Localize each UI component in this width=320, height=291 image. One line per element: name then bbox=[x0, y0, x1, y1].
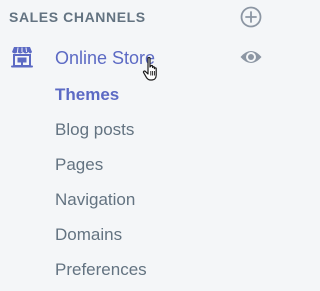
subnav-item-blog-posts[interactable]: Blog posts bbox=[0, 116, 271, 151]
eye-icon[interactable] bbox=[239, 46, 263, 68]
subnav-item-domains[interactable]: Domains bbox=[0, 221, 271, 256]
section-title: SALES CHANNELS bbox=[9, 9, 146, 25]
plus-circle-icon[interactable] bbox=[240, 6, 262, 28]
online-store-subnav: Themes Blog posts Pages Navigation Domai… bbox=[0, 81, 271, 291]
sidebar-item-online-store[interactable]: Online Store bbox=[0, 40, 271, 76]
subnav-item-preferences[interactable]: Preferences bbox=[0, 256, 271, 291]
sales-channels-header: SALES CHANNELS bbox=[0, 0, 271, 34]
subnav-item-pages[interactable]: Pages bbox=[0, 151, 271, 186]
subnav-item-navigation[interactable]: Navigation bbox=[0, 186, 271, 221]
storefront-icon bbox=[11, 47, 33, 68]
subnav-item-themes[interactable]: Themes bbox=[0, 81, 271, 116]
channel-label: Online Store bbox=[55, 48, 156, 68]
